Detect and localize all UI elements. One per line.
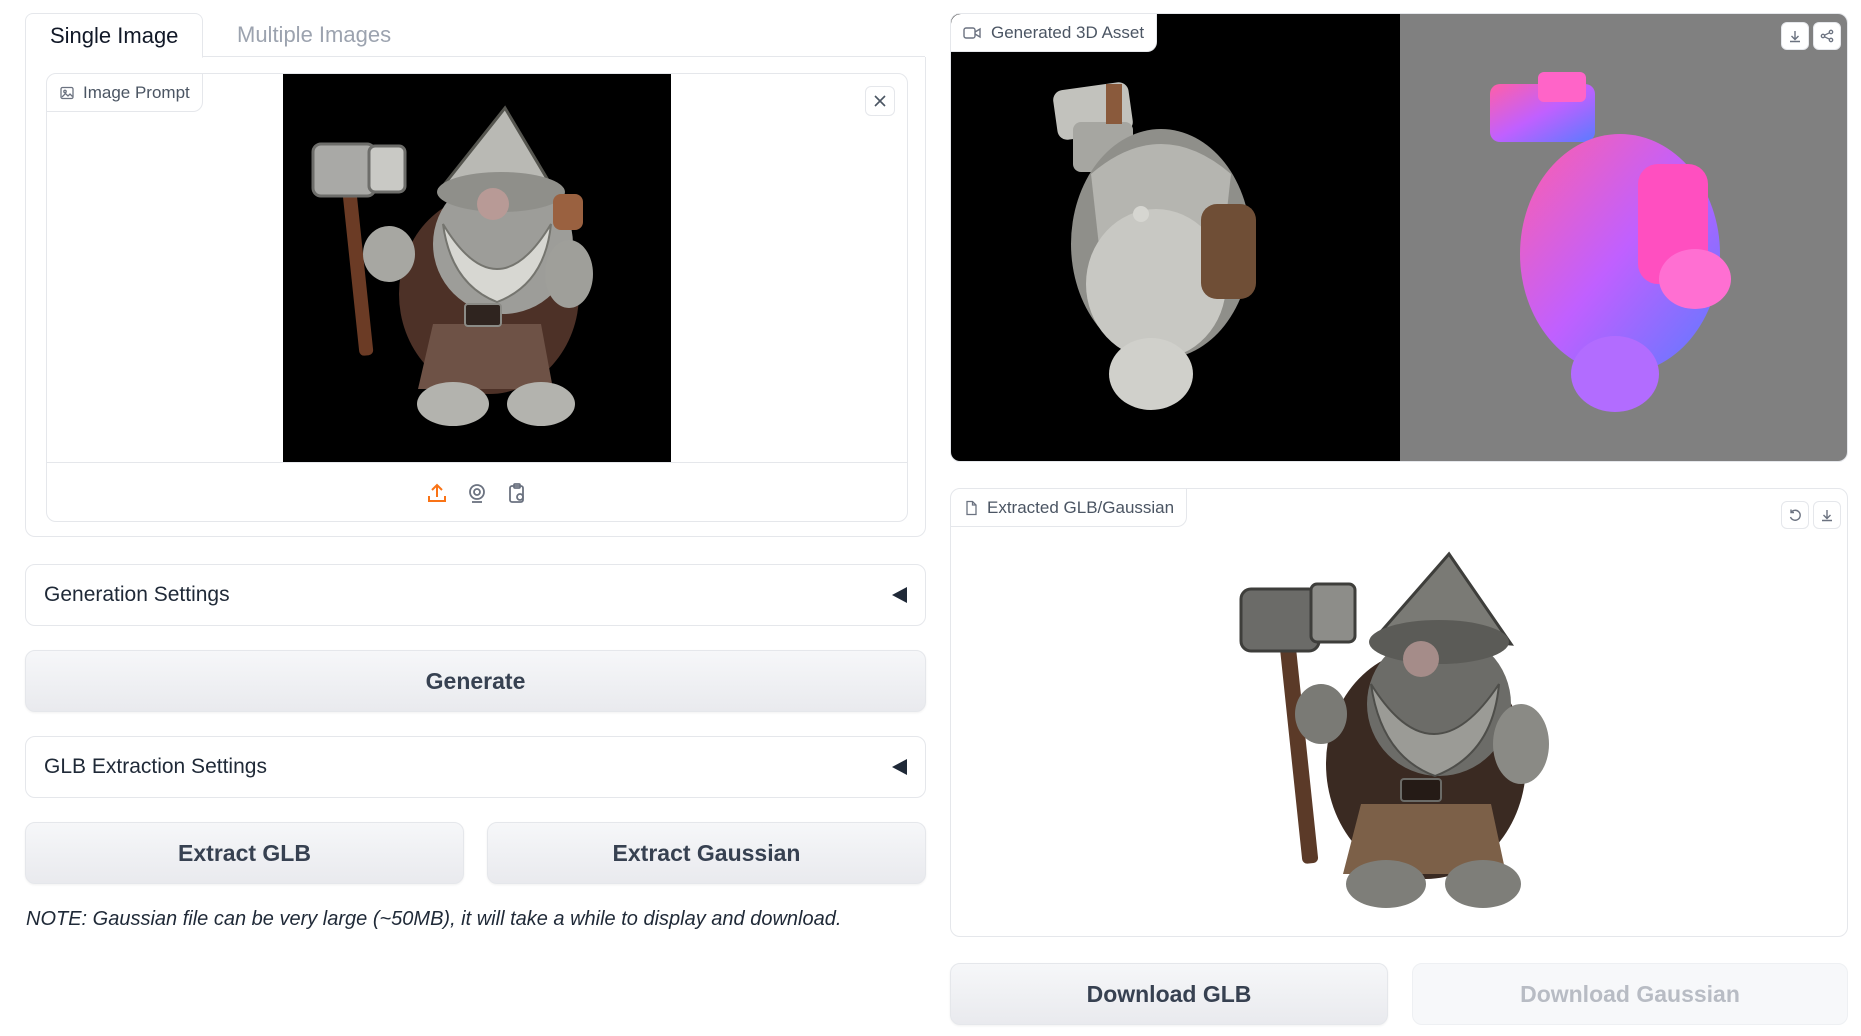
image-source-bar bbox=[47, 462, 907, 521]
extract-glb-button[interactable]: Extract GLB bbox=[25, 822, 464, 884]
share-icon bbox=[1820, 29, 1834, 43]
image-prompt-box[interactable]: Image Prompt bbox=[46, 73, 908, 522]
generated-3d-asset-label-text: Generated 3D Asset bbox=[991, 22, 1145, 42]
download-icon bbox=[1790, 31, 1800, 43]
gnome-3d-model[interactable] bbox=[1221, 544, 1581, 919]
download-gaussian-button[interactable]: Download Gaussian bbox=[1412, 963, 1848, 1025]
collapse-arrow-icon bbox=[892, 759, 907, 775]
clipboard-icon[interactable] bbox=[505, 481, 529, 505]
upload-icon[interactable] bbox=[425, 481, 449, 505]
tab-single-image[interactable]: Single Image bbox=[25, 13, 204, 58]
clear-image-button[interactable] bbox=[865, 86, 895, 116]
glb-extraction-settings-label: GLB Extraction Settings bbox=[44, 755, 267, 778]
generated-3d-asset-label: Generated 3D Asset bbox=[951, 14, 1158, 52]
trellis-app: Single Image Multiple Images Image Promp… bbox=[0, 0, 1861, 1036]
tab-multiple-images[interactable]: Multiple Images bbox=[213, 13, 415, 58]
collapse-arrow-icon bbox=[892, 587, 907, 603]
undo-icon bbox=[1789, 509, 1801, 521]
generation-settings-label: Generation Settings bbox=[44, 583, 230, 606]
glb-extraction-settings-accordion[interactable]: GLB Extraction Settings bbox=[25, 736, 926, 798]
extracted-glb-gaussian-label-text: Extracted GLB/Gaussian bbox=[987, 497, 1175, 517]
generation-settings-accordion[interactable]: Generation Settings bbox=[25, 564, 926, 626]
image-prompt-panel: Image Prompt bbox=[25, 57, 926, 537]
download-icon bbox=[1822, 510, 1832, 522]
generated-3d-asset-video[interactable]: Generated 3D Asset bbox=[950, 13, 1848, 462]
normal-map-view bbox=[1400, 14, 1847, 461]
video-download-button[interactable] bbox=[1781, 22, 1809, 50]
webcam-icon[interactable] bbox=[465, 481, 489, 505]
video-share-button[interactable] bbox=[1813, 22, 1841, 50]
close-icon bbox=[874, 95, 886, 107]
input-tabs: Single Image Multiple Images bbox=[25, 13, 925, 58]
model-download-button[interactable] bbox=[1813, 501, 1841, 529]
video-icon bbox=[963, 26, 981, 39]
download-glb-button[interactable]: Download GLB bbox=[950, 963, 1388, 1025]
file-icon bbox=[966, 500, 977, 515]
model-reset-button[interactable] bbox=[1781, 501, 1809, 529]
extracted-glb-gaussian-viewer[interactable]: Extracted GLB/Gaussian bbox=[950, 488, 1848, 937]
image-prompt-label: Image Prompt bbox=[47, 74, 203, 112]
generate-button[interactable]: Generate bbox=[25, 650, 926, 712]
gnome-prompt-image bbox=[283, 74, 671, 462]
image-prompt-label-text: Image Prompt bbox=[83, 82, 190, 102]
extract-gaussian-button[interactable]: Extract Gaussian bbox=[487, 822, 926, 884]
color-render-view bbox=[951, 14, 1400, 461]
image-icon bbox=[60, 86, 74, 99]
gaussian-size-note: NOTE: Gaussian file can be very large (~… bbox=[26, 908, 842, 930]
extracted-glb-gaussian-label: Extracted GLB/Gaussian bbox=[951, 489, 1188, 527]
